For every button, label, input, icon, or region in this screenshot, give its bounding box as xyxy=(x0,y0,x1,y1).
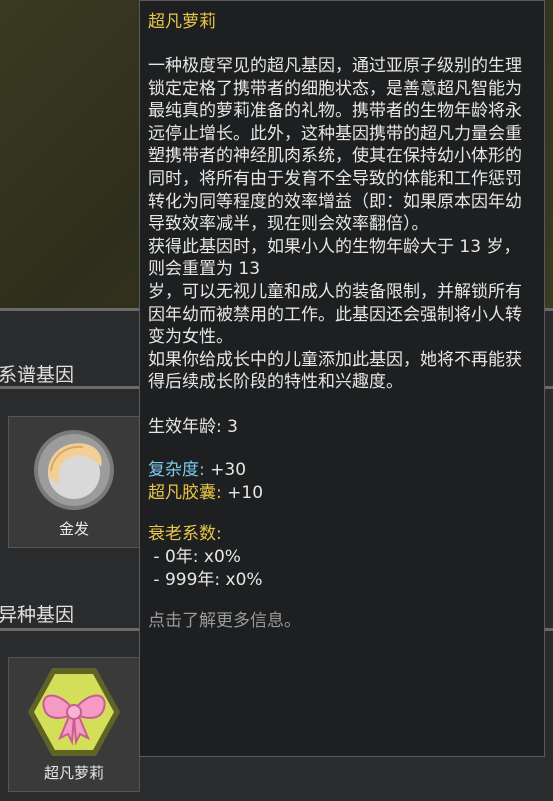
complexity-label: 复杂度: xyxy=(148,459,205,480)
aging-row: - 0年: x0% xyxy=(148,546,241,567)
gene-tooltip: 超凡萝莉 一种极度罕见的超凡基因，通过亚原子级别的生理锁定定格了携带者的细胞状态… xyxy=(139,0,545,757)
complexity-stat: 复杂度: +30 xyxy=(148,459,536,482)
description-paragraph: 岁，可以无视儿童和成人的装备限制，并解锁所有因年幼而被禁用的工作。此基因还会强制… xyxy=(148,281,522,348)
aging-row: - 999年: x0% xyxy=(148,569,263,590)
tooltip-description: 一种极度罕见的超凡基因，通过亚原子级别的生理锁定定格了携带者的细胞状态，是善意超… xyxy=(148,55,536,394)
archite-value: +10 xyxy=(221,482,264,503)
gene-card-archite-loli[interactable]: 超凡萝莉 xyxy=(8,657,140,792)
description-paragraph: 获得此基因时，如果小人的生物年龄大于 13 岁，则会重置为 13 xyxy=(148,236,521,280)
gene-label: 金发 xyxy=(58,520,89,538)
gene-card-blond[interactable]: 金发 xyxy=(8,416,140,548)
section-label-xenotype: 系谱基因 xyxy=(0,364,75,386)
section-label-archite: 异种基因 xyxy=(0,604,75,626)
effective-age: 生效年龄: 3 xyxy=(148,416,238,437)
complexity-value: +30 xyxy=(204,459,247,480)
description-paragraph: 如果你给成长中的儿童添加此基因，她将不再能获得后续成长阶段的特性和兴趣度。 xyxy=(148,349,522,393)
archite-label: 超凡胶囊: xyxy=(148,482,222,503)
archite-stat: 超凡胶囊: +10 xyxy=(148,482,536,505)
pink-bow-icon xyxy=(24,664,124,764)
blond-hair-icon xyxy=(31,427,117,517)
more-info-hint: 点击了解更多信息。 xyxy=(148,610,301,631)
tooltip-title: 超凡萝莉 xyxy=(148,12,216,32)
gene-label: 超凡萝莉 xyxy=(43,764,104,782)
aging-label: 衰老系数: xyxy=(148,523,222,544)
description-paragraph: 一种极度罕见的超凡基因，通过亚原子级别的生理锁定定格了携带者的细胞状态，是善意超… xyxy=(148,56,522,235)
